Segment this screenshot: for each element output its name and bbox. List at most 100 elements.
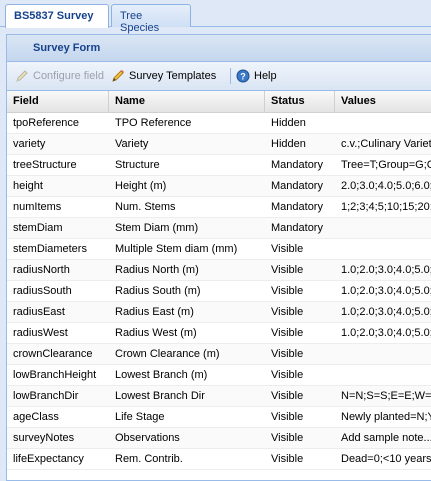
table-row[interactable]: lowBranchDir Lowest Branch Dir Visible N=N;… [7, 386, 431, 407]
status-cell: Visible [271, 285, 304, 297]
status-cell: Mandatory [271, 201, 323, 213]
values-cell: 1.0;2.0;3.0;4.0;5.0; [341, 327, 431, 339]
name-cell: Multiple Stem diam (mm) [115, 243, 238, 255]
values-cell: 1.0;2.0;3.0;4.0;5.0; [341, 285, 431, 297]
status-cell: Visible [271, 369, 304, 381]
field-cell: stemDiam [13, 222, 63, 234]
field-cell: lifeExpectancy [13, 453, 84, 465]
name-cell: Radius South (m) [115, 285, 201, 297]
table-row[interactable]: tpoReference TPO Reference Hidden [7, 113, 431, 134]
name-cell: Radius West (m) [115, 327, 197, 339]
configure-field-button[interactable]: Configure field [15, 67, 104, 85]
table-row[interactable]: surveyNotes Observations Visible Add sample… [7, 428, 431, 449]
name-cell: Rem. Contrib. [115, 453, 183, 465]
status-cell: Hidden [271, 138, 306, 150]
field-cell: radiusNorth [13, 264, 70, 276]
status-cell: Hidden [271, 117, 306, 129]
grid-body: tpoReference TPO Reference Hidden variety Va… [7, 113, 431, 470]
name-cell: Height (m) [115, 180, 167, 192]
field-cell: radiusWest [13, 327, 68, 339]
field-cell: height [13, 180, 43, 192]
table-row[interactable]: treeStructure Structure Mandatory Tree=T;Gr… [7, 155, 431, 176]
svg-text:?: ? [240, 72, 246, 82]
name-cell: Observations [115, 432, 180, 444]
field-cell: lowBranchHeight [13, 369, 97, 381]
survey-templates-label: Survey Templates [129, 70, 217, 82]
field-cell: stemDiameters [13, 243, 87, 255]
table-row[interactable]: radiusNorth Radius North (m) Visible 1.0;2.… [7, 260, 431, 281]
values-cell: N=N;S=S;E=E;W=W [341, 390, 431, 402]
field-cell: crownClearance [13, 348, 93, 360]
status-cell: Visible [271, 390, 304, 402]
panel-title: Survey Form [7, 35, 431, 62]
name-cell: Stem Diam (mm) [115, 222, 199, 234]
name-cell: Radius North (m) [115, 264, 199, 276]
toolbar-separator [230, 68, 231, 84]
values-cell: Tree=T;Group=G;C [341, 159, 431, 171]
field-cell: variety [13, 138, 46, 150]
values-cell [335, 365, 431, 385]
grid-header: Field Name Status Values [7, 91, 431, 113]
status-cell: Mandatory [271, 180, 323, 192]
field-cell: radiusEast [13, 306, 65, 318]
table-row[interactable]: crownClearance Crown Clearance (m) Visible [7, 344, 431, 365]
values-cell: Dead=0;<10 years [341, 453, 431, 465]
status-cell: Visible [271, 348, 304, 360]
name-cell: Lowest Branch (m) [115, 369, 208, 381]
status-cell: Mandatory [271, 159, 323, 171]
help-button[interactable]: ? Help [236, 67, 277, 85]
name-cell: Life Stage [115, 411, 165, 423]
name-cell: Structure [115, 159, 160, 171]
name-cell: Num. Stems [115, 201, 176, 213]
table-row[interactable]: radiusEast Radius East (m) Visible 1.0;2.0;… [7, 302, 431, 323]
values-cell: 2.0;3.0;4.0;5.0;6.0; [341, 180, 431, 192]
column-header-field[interactable]: Field [7, 91, 109, 112]
status-cell: Visible [271, 327, 304, 339]
values-cell [335, 344, 431, 364]
tab-label: BS5837 Survey [14, 10, 94, 22]
table-row[interactable]: variety Variety Hidden c.v.;Culinary Variet… [7, 134, 431, 155]
table-row[interactable]: radiusSouth Radius South (m) Visible 1.0;2.… [7, 281, 431, 302]
values-cell: Newly planted=N;Y [341, 411, 431, 423]
column-header-status[interactable]: Status [265, 91, 335, 112]
column-header-name[interactable]: Name [109, 91, 265, 112]
name-cell: TPO Reference [115, 117, 192, 129]
status-cell: Visible [271, 264, 304, 276]
status-cell: Visible [271, 306, 304, 318]
field-cell: numItems [13, 201, 62, 213]
table-row[interactable]: lifeExpectancy Rem. Contrib. Visible Dead=0… [7, 449, 431, 470]
tab-tree-species[interactable]: Tree Species [111, 4, 191, 34]
table-row[interactable]: height Height (m) Mandatory 2.0;3.0;4.0;5.0… [7, 176, 431, 197]
toolbar: Configure field Survey Templates ? Help [7, 62, 431, 91]
field-cell: surveyNotes [13, 432, 75, 444]
status-cell: Visible [271, 453, 304, 465]
survey-form-panel: Survey Form Configure field Survey Templ… [6, 34, 431, 481]
values-cell: c.v.;Culinary Variety [341, 138, 431, 150]
table-row[interactable]: stemDiam Stem Diam (mm) Mandatory [7, 218, 431, 239]
values-cell [335, 239, 431, 259]
table-row[interactable]: numItems Num. Stems Mandatory 1;2;3;4;5;10;… [7, 197, 431, 218]
status-cell: Visible [271, 432, 304, 444]
values-cell [335, 218, 431, 238]
values-cell: Add sample note... [341, 432, 431, 444]
tab-bs5837-survey[interactable]: BS5837 Survey [5, 4, 109, 28]
field-cell: treeStructure [13, 159, 77, 171]
table-row[interactable]: radiusWest Radius West (m) Visible 1.0;2.0;… [7, 323, 431, 344]
tab-bar: BS5837 Survey Tree Species [0, 0, 431, 34]
values-cell: 1.0;2.0;3.0;4.0;5.0; [341, 306, 431, 318]
name-cell: Crown Clearance (m) [115, 348, 220, 360]
status-cell: Mandatory [271, 222, 323, 234]
status-cell: Visible [271, 411, 304, 423]
survey-templates-button[interactable]: Survey Templates [111, 67, 216, 85]
values-cell [335, 113, 431, 133]
table-row[interactable]: stemDiameters Multiple Stem diam (mm) Visi… [7, 239, 431, 260]
pencil-icon [15, 69, 29, 83]
table-row[interactable]: ageClass Life Stage Visible Newly planted=N… [7, 407, 431, 428]
tab-label: Tree Species [120, 10, 160, 34]
values-cell: 1.0;2.0;3.0;4.0;5.0; [341, 264, 431, 276]
values-cell: 1;2;3;4;5;10;15;20; [341, 201, 431, 213]
configure-field-label: Configure field [33, 70, 104, 82]
column-header-values[interactable]: Values [335, 91, 431, 112]
table-row[interactable]: lowBranchHeight Lowest Branch (m) Visible [7, 365, 431, 386]
help-icon: ? [236, 69, 250, 83]
